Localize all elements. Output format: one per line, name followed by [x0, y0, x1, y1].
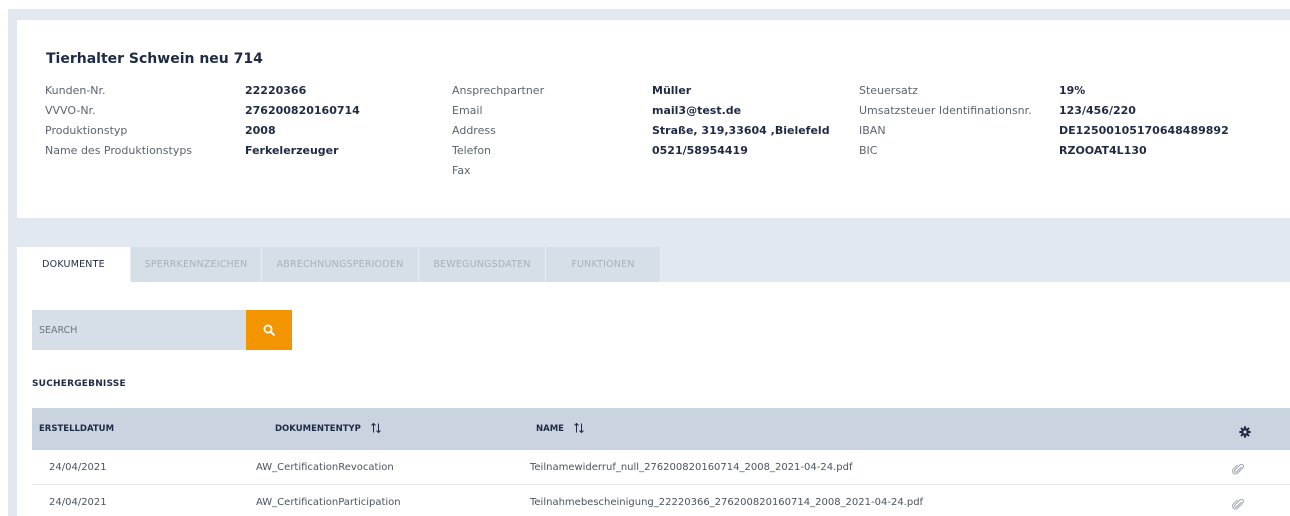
- cell-type: AW_CertificationRevocation: [256, 462, 394, 473]
- documents-panel: SUCHERGEBNISSE ERSTELLDATUM DOKUMENTENTY…: [17, 282, 1290, 516]
- info-col-3-labels: Steuersatz Umsatzsteuer Identifinationsn…: [859, 81, 1032, 161]
- label-bic: BIC: [859, 144, 878, 157]
- column-label: ERSTELLDATUM: [39, 424, 115, 434]
- column-header-name[interactable]: NAME: [536, 408, 585, 450]
- sort-arrows-icon[interactable]: [370, 422, 382, 437]
- column-label: NAME: [536, 424, 564, 434]
- sort-arrows-icon[interactable]: [573, 422, 585, 437]
- info-col-3-values: 19% 123/456/220 DE12500105170648489892 R…: [1059, 81, 1229, 161]
- table-row[interactable]: 24/04/2021 AW_CertificationParticipation…: [32, 485, 1290, 516]
- label-iban: IBAN: [859, 124, 886, 137]
- label-produktionstyp: Produktionstyp: [45, 124, 128, 137]
- paperclip-icon[interactable]: [1232, 496, 1244, 515]
- info-col-2-labels: Ansprechpartner Email Address Telefon Fa…: [452, 81, 544, 181]
- value-bic: RZOOAT4L130: [1059, 144, 1147, 157]
- column-header-erstelldatum[interactable]: ERSTELLDATUM: [39, 408, 114, 450]
- value-vvvo-nr: 276200820160714: [245, 104, 360, 117]
- results-title: SUCHERGEBNISSE: [32, 379, 126, 389]
- cell-name: Teilnamewiderruf_null_276200820160714_20…: [530, 462, 853, 473]
- tab-funktionen[interactable]: FUNKTIONEN: [546, 247, 661, 282]
- value-fax: [652, 161, 830, 181]
- tab-bewegungsdaten[interactable]: BEWEGUNGSDATEN: [419, 247, 546, 282]
- value-ust-id: 123/456/220: [1059, 104, 1136, 117]
- cell-type: AW_CertificationParticipation: [256, 497, 401, 508]
- tab-dokumente[interactable]: DOKUMENTE: [17, 247, 131, 282]
- table-row[interactable]: 24/04/2021 AW_CertificationRevocation Te…: [32, 450, 1290, 485]
- left-edge: [0, 0, 8, 516]
- customer-title: Tierhalter Schwein neu 714: [46, 51, 263, 67]
- search-input[interactable]: [32, 310, 247, 350]
- column-label: DOKUMENTENTYP: [275, 424, 361, 434]
- label-produktionstyp-name: Name des Produktionstyps: [45, 144, 193, 157]
- value-telefon: 0521/58954419: [652, 144, 748, 157]
- paperclip-icon[interactable]: [1232, 461, 1244, 480]
- column-header-dokumententyp[interactable]: DOKUMENTENTYP: [275, 408, 382, 450]
- tab-sperrkennzeichen[interactable]: SPERRKENNZEICHEN: [131, 247, 262, 282]
- value-produktionstyp: 2008: [245, 124, 276, 137]
- table-header: ERSTELLDATUM DOKUMENTENTYP NAME: [32, 408, 1290, 450]
- label-steuersatz: Steuersatz: [859, 84, 918, 97]
- gear-icon[interactable]: [1239, 423, 1251, 442]
- tab-abrechnungsperioden[interactable]: ABRECHNUNGSPERIODEN: [262, 247, 419, 282]
- value-iban: DE12500105170648489892: [1059, 124, 1229, 137]
- value-address: Straße, 319,33604 ,Bielefeld: [652, 124, 830, 137]
- top-edge: [0, 0, 1290, 9]
- label-ust-id: Umsatzsteuer Identifinationsnr.: [859, 104, 1032, 117]
- label-fax: Fax: [452, 164, 471, 177]
- value-ansprechpartner: Müller: [652, 84, 692, 97]
- search-icon: [263, 321, 275, 340]
- value-steuersatz: 19%: [1059, 84, 1086, 97]
- cell-date: 24/04/2021: [49, 462, 107, 473]
- cell-name: Teilnahmebescheinigung_22220366_27620082…: [530, 497, 924, 508]
- label-email: Email: [452, 104, 483, 117]
- label-vvvo-nr: VVVO-Nr.: [45, 104, 96, 117]
- label-address: Address: [452, 124, 496, 137]
- label-ansprechpartner: Ansprechpartner: [452, 84, 545, 97]
- info-col-2-values: Müller mail3@test.de Straße, 319,33604 ,…: [652, 81, 830, 181]
- search-button[interactable]: [246, 310, 292, 350]
- info-col-1-values: 22220366 276200820160714 2008 Ferkelerze…: [245, 81, 360, 161]
- value-kunden-nr: 22220366: [245, 84, 307, 97]
- value-produktionstyp-name: Ferkelerzeuger: [245, 144, 339, 157]
- cell-date: 24/04/2021: [49, 497, 107, 508]
- label-kunden-nr: Kunden-Nr.: [45, 84, 106, 97]
- label-telefon: Telefon: [452, 144, 492, 157]
- value-email: mail3@test.de: [652, 104, 742, 117]
- info-col-1-labels: Kunden-Nr. VVVO-Nr. Produktionstyp Name …: [45, 81, 192, 161]
- customer-card: Tierhalter Schwein neu 714 Kunden-Nr. VV…: [17, 20, 1290, 218]
